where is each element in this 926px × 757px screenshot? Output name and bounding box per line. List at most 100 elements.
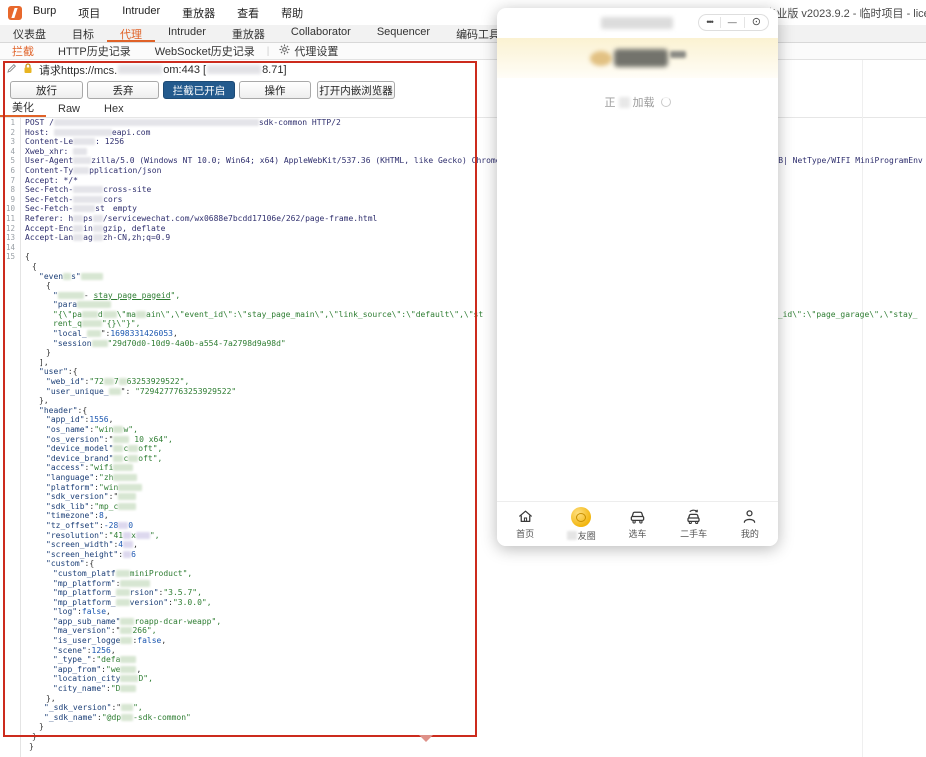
loading-spinner-icon [661, 97, 671, 107]
editor-line-25: ], [0, 358, 926, 368]
editor-line-46: "custom":{ [0, 559, 926, 569]
sub-tab-2[interactable]: WebSocket历史记录 [143, 43, 267, 59]
menu-items: Burp项目Intruder重放器查看帮助 [22, 5, 314, 21]
subtab-divider: | [267, 46, 270, 57]
menu-item-1[interactable]: 项目 [67, 5, 111, 21]
tabbar-label-4: 我的 [741, 527, 759, 540]
miniprogram-banner [497, 38, 778, 78]
editor-line-21: rent_q"{}\"}", [0, 319, 926, 329]
circle-badge-icon [571, 507, 591, 527]
editor-line-60: }, [0, 694, 926, 704]
editor-line-18: "- stay_page_pageid", [0, 291, 926, 301]
open-browser-button[interactable]: 打开内嵌浏览器 [317, 81, 395, 99]
tabbar-item-2[interactable]: 选车 [615, 508, 659, 540]
tabbar-label-2: 选车 [628, 527, 646, 540]
capsule-buttons: ••• — ⊙ [698, 14, 769, 31]
main-tab-3[interactable]: Intruder [155, 25, 219, 42]
action-button[interactable]: 操作 [239, 81, 311, 99]
editor-line-59: "city_name":"D [0, 684, 926, 694]
person-icon [741, 508, 758, 525]
main-tab-4[interactable]: 重放器 [219, 25, 278, 42]
tabbar-item-0[interactable]: 首页 [503, 508, 547, 540]
editor-tab-bar: 美化RawHex [0, 101, 926, 118]
main-tab-0[interactable]: 仪表盘 [0, 25, 59, 42]
editor-line-63: } [0, 722, 926, 732]
editor-line-30: "header":{ [0, 406, 926, 416]
editor-line-50: "mp_platform_version":"3.0.0", [0, 598, 926, 608]
close-icon[interactable]: ⊙ [745, 15, 768, 30]
tabbar-item-3[interactable]: 二手车 [672, 508, 716, 540]
redacted-logo-text [614, 49, 668, 67]
menu-item-5[interactable]: 帮助 [270, 5, 314, 21]
used-car-icon [685, 508, 702, 525]
sub-tab-0[interactable]: 拦截 [0, 43, 46, 59]
editor-line-27: "web_id":"72763253929522", [0, 377, 926, 387]
menu-item-0[interactable]: Burp [22, 5, 67, 21]
home-icon [517, 508, 534, 525]
editor-line-24: } [0, 348, 926, 358]
editor-line-49: "mp_platform_rsion":"3.5.7", [0, 588, 926, 598]
editor-line-65: } [0, 742, 926, 752]
drop-button[interactable]: 丢弃 [87, 81, 159, 99]
main-tab-1[interactable]: 目标 [59, 25, 107, 42]
editor-line-39: "sdk_version":" [0, 492, 926, 502]
editor-line-20: "{\"pad\"maain\",\"event_id\":\"stay_pag… [0, 310, 926, 320]
editor-line-4: 5User-Agentzilla/5.0 (Windows NT 10.0; W… [0, 156, 926, 166]
redacted-ip [207, 65, 261, 74]
forward-button[interactable]: 放行 [10, 81, 83, 99]
menu-item-2[interactable]: Intruder [111, 5, 171, 21]
editor-tab-1[interactable]: Raw [46, 103, 92, 117]
sub-tab-1[interactable]: HTTP历史记录 [46, 43, 143, 59]
editor-line-6: 7Accept: */* [0, 176, 926, 186]
editor-line-43: "resolution":"41x", [0, 531, 926, 541]
main-tab-6[interactable]: Sequencer [364, 25, 443, 42]
editor-line-9: 10Sec-Fetch-stempty [0, 204, 926, 214]
editor-line-5: 6Content-Typplication/json [0, 166, 926, 176]
editor-line-36: "access":"wifi [0, 463, 926, 473]
proxy-settings-button[interactable]: 代理设置 [294, 43, 342, 59]
editor-line-37: "language":"zh [0, 473, 926, 483]
tabbar-label-1: 友圈 [567, 529, 596, 542]
editor-line-42: "tz_offset":-280 [0, 521, 926, 531]
editor-line-31: "app_id":1556, [0, 415, 926, 425]
intercepted-request-url: 请求https://mcs.om:443 [8.71] [39, 62, 287, 78]
tabbar-item-4[interactable]: 我的 [728, 508, 772, 540]
editor-line-12: 13Accept-Lanagzh-CN,zh;q=0.9 [0, 233, 926, 243]
editor-line-28: "user_unique_": "7294277763253929522" [0, 387, 926, 397]
redacted-loading-char [619, 97, 630, 108]
editor-line-47: "custom_platfminiProduct", [0, 569, 926, 579]
tabbar-label-0: 首页 [516, 527, 534, 540]
editor-line-11: 12Accept-Encingzip, deflate [0, 224, 926, 234]
pencil-icon[interactable] [6, 63, 17, 77]
editor-line-44: "screen_width":4, [0, 540, 926, 550]
editor-line-13: 14 [0, 243, 926, 253]
editor-line-0: 1POST /sdk-common HTTP/2 [0, 118, 926, 128]
miniprogram-tabbar: 首页 友圈 选车 二手车我的 [497, 501, 778, 546]
editor-line-14: 15{ [0, 252, 926, 262]
intercept-toggle-button[interactable]: 拦截已开启 [163, 81, 235, 99]
tabbar-item-1[interactable]: 友圈 [559, 507, 603, 542]
editor-line-2: 3Content-Le: 1256 [0, 137, 926, 147]
redacted-logo-icon [590, 51, 612, 66]
more-icon[interactable]: ••• [699, 15, 719, 30]
menu-item-3[interactable]: 重放器 [171, 5, 226, 21]
editor-line-22: "local_":1698331426053, [0, 329, 926, 339]
editor-line-29: }, [0, 396, 926, 406]
editor-line-19: "para [0, 300, 926, 310]
editor-line-17: { [0, 281, 926, 291]
editor-line-53: "ma_version":"266", [0, 626, 926, 636]
editor-line-40: "sdk_lib":"mp_c [0, 502, 926, 512]
editor-tab-0[interactable]: 美化 [0, 99, 46, 117]
burp-logo-icon [8, 6, 22, 20]
car-icon [629, 508, 646, 525]
editor-line-54: "is_user_logge:false, [0, 636, 926, 646]
editor-line-34: "device_model"coft", [0, 444, 926, 454]
main-tab-2[interactable]: 代理 [107, 25, 155, 42]
request-editor[interactable]: 1POST /sdk-common HTTP/22Host: eapi.com3… [0, 118, 926, 757]
editor-line-52: "app_sub_name"roapp-dcar-weapp", [0, 617, 926, 627]
minimize-icon[interactable]: — [721, 15, 744, 30]
redacted-host [118, 65, 162, 74]
main-tab-5[interactable]: Collaborator [278, 25, 364, 42]
menu-item-4[interactable]: 查看 [226, 5, 270, 21]
editor-tab-2[interactable]: Hex [92, 103, 136, 117]
